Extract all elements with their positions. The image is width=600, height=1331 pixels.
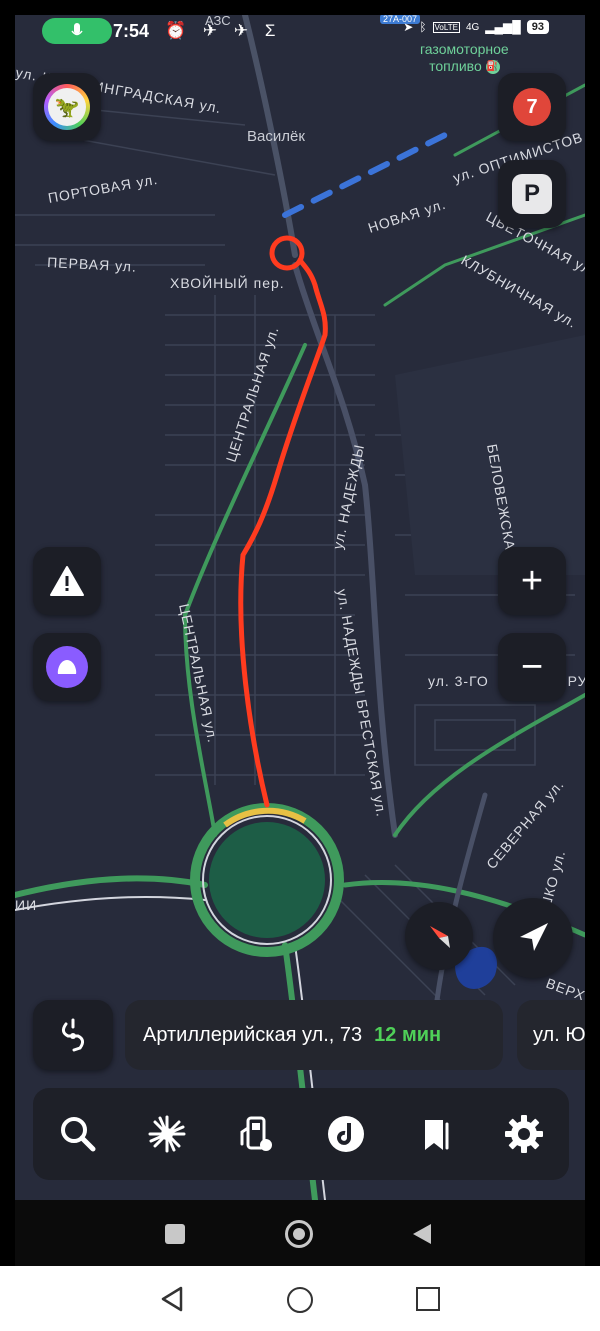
alt-route-label: ул. Ю xyxy=(533,1023,585,1046)
notifications-badge: 7 xyxy=(513,88,551,126)
dino-avatar-icon: 🦖 xyxy=(48,88,86,126)
route-options-button[interactable] xyxy=(33,1000,113,1070)
home-dot-icon xyxy=(293,1228,305,1240)
warning-icon xyxy=(50,566,84,596)
report-incident-button[interactable] xyxy=(33,547,101,615)
sparkle-icon xyxy=(148,1115,186,1153)
music-button[interactable] xyxy=(319,1107,373,1161)
system-indicators: ➤ ᛒ VoLTE 4G ▂▄▆█ 93 xyxy=(403,20,549,34)
compass-icon xyxy=(430,926,450,948)
navigation-arrow-icon xyxy=(520,923,548,951)
compass-button[interactable] xyxy=(405,902,473,970)
settings-button[interactable] xyxy=(497,1107,551,1161)
alt-route-chip[interactable]: ул. Ю xyxy=(517,1000,585,1070)
fuel-button[interactable] xyxy=(229,1107,283,1161)
outer-home-icon[interactable] xyxy=(287,1287,313,1313)
parking-icon: P xyxy=(512,174,552,214)
bookmarks-icon xyxy=(424,1120,449,1150)
search-button[interactable] xyxy=(51,1107,105,1161)
locate-me-button[interactable] xyxy=(493,898,573,978)
roundabout xyxy=(190,803,344,957)
profile-button[interactable]: 🦖 xyxy=(33,73,101,141)
alice-assistant-icon xyxy=(46,646,88,688)
route-summary[interactable]: Артиллерийская ул., 73 12 мин xyxy=(125,1000,503,1070)
search-icon xyxy=(60,1117,96,1152)
navigator-screen: ул. КАЛИНИНГРАДСКАЯ ул. ПОРТОВАЯ ул. ПЕР… xyxy=(15,15,585,1200)
azs-label: АЗС xyxy=(205,15,231,28)
parking-button[interactable]: P xyxy=(498,160,566,228)
fuel-station-icon xyxy=(240,1116,273,1151)
discover-button[interactable] xyxy=(140,1107,194,1161)
music-icon xyxy=(327,1116,364,1152)
system-navigation-bar xyxy=(15,1200,585,1266)
notifications-button[interactable]: 7 xyxy=(498,73,566,141)
bluetooth-icon: ᛒ xyxy=(419,20,427,34)
signal-icon: ▂▄▆█ xyxy=(485,20,521,34)
fuel-poi-icon: ⛽ xyxy=(485,60,500,75)
network-type: 4G xyxy=(465,21,480,33)
route-destination: Артиллерийская ул., 73 xyxy=(143,1023,363,1046)
route-eta: 12 мин xyxy=(374,1023,442,1046)
back-button[interactable] xyxy=(411,1222,433,1246)
clock: 7:54 xyxy=(113,21,150,41)
street-label-left-road: ИИ xyxy=(15,897,37,913)
volte-icon: VoLTE xyxy=(432,21,460,33)
zoom-in-button[interactable]: + xyxy=(498,547,566,615)
zoom-out-button[interactable]: − xyxy=(498,633,566,701)
outer-navigation-bar xyxy=(0,1266,600,1331)
home-button[interactable] xyxy=(285,1220,313,1248)
bookmarks-button[interactable] xyxy=(408,1107,462,1161)
alice-assistant-button[interactable] xyxy=(33,633,101,701)
street-label-khvoyny: ХВОЙНЫЙ пер. xyxy=(170,274,285,291)
outer-recents-icon[interactable] xyxy=(416,1287,440,1311)
location-icon: ➤ xyxy=(403,20,414,34)
route-icon xyxy=(61,1018,85,1052)
bottom-toolbar xyxy=(33,1088,569,1180)
gear-icon xyxy=(505,1115,544,1153)
poi-fuel-label[interactable]: газомоторное топливо ⛽ xyxy=(420,41,509,75)
mic-icon[interactable] xyxy=(42,18,112,44)
avatar-ring: 🦖 xyxy=(44,84,90,130)
battery-icon: 93 xyxy=(526,20,549,34)
street-label-3-go: ул. 3-ГО xyxy=(428,673,489,689)
outer-back-icon[interactable] xyxy=(160,1286,184,1312)
recents-button[interactable] xyxy=(165,1224,185,1244)
district-label: Василёк xyxy=(247,128,305,145)
